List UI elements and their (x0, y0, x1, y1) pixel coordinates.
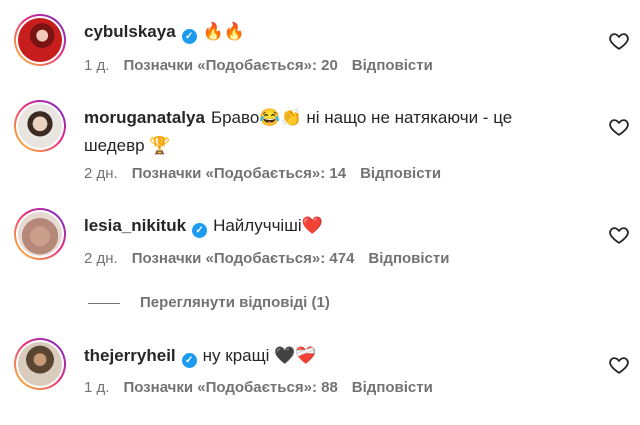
comment-body: lesia_nikituk ✓ Найлуччіші❤️ (84, 212, 564, 240)
comment-time[interactable]: 1 д. (84, 379, 109, 396)
avatar[interactable] (14, 14, 66, 66)
heart-outline-icon[interactable] (608, 224, 630, 246)
comment-text: Найлуччіші❤️ (213, 216, 323, 235)
verified-badge-icon: ✓ (181, 29, 197, 44)
comment-body: thejerryheil ✓ ну кращі 🖤❤️‍🩹 (84, 342, 564, 370)
avatar-image (18, 212, 62, 256)
view-replies-button[interactable]: Переглянути відповіді (1) (88, 294, 330, 311)
comment-username[interactable]: thejerryheil (84, 346, 176, 365)
avatar[interactable] (14, 208, 66, 260)
comment-body: moruganatalya Браво😂👏 ні нащо не натякаюч… (84, 104, 564, 160)
heart-outline-icon[interactable] (608, 354, 630, 376)
likes-count[interactable]: Позначки «Подобається»: 474 (132, 250, 355, 267)
comment-time[interactable]: 2 дн. (84, 250, 118, 267)
heart-outline-icon[interactable] (608, 30, 630, 52)
avatar[interactable] (14, 100, 66, 152)
reply-button[interactable]: Відповісти (352, 379, 433, 396)
comment-username[interactable]: moruganatalya (84, 108, 205, 127)
likes-count[interactable]: Позначки «Подобається»: 20 (123, 57, 337, 74)
avatar-image (18, 104, 62, 148)
verified-badge-icon: ✓ (181, 353, 197, 368)
replies-divider (88, 302, 120, 304)
comment-username[interactable]: cybulskaya (84, 22, 176, 41)
comment-body: cybulskaya ✓ 🔥🔥 (84, 18, 564, 46)
comment-meta: 2 дн. Позначки «Подобається»: 14 Відповіст… (84, 164, 441, 184)
avatar[interactable] (14, 338, 66, 390)
heart-outline-icon[interactable] (608, 116, 630, 138)
reply-button[interactable]: Відповісти (360, 165, 441, 182)
avatar-image (18, 342, 62, 386)
comment-meta: 1 д. Позначки «Подобається»: 20 Відповісти (84, 56, 433, 76)
comment-text: 🔥🔥 (202, 22, 246, 41)
likes-count[interactable]: Позначки «Подобається»: 14 (132, 165, 346, 182)
reply-button[interactable]: Відповісти (368, 250, 449, 267)
view-replies-label: Переглянути відповіді (1) (140, 294, 330, 311)
comment-meta: 2 дн. Позначки «Подобається»: 474 Відповіс… (84, 249, 449, 269)
comment-username[interactable]: lesia_nikituk (84, 216, 186, 235)
comment-time[interactable]: 2 дн. (84, 165, 118, 182)
verified-badge-icon: ✓ (192, 223, 208, 238)
comment-meta: 1 д. Позначки «Подобається»: 88 Відповісти (84, 378, 433, 398)
comment-text: ну кращі 🖤❤️‍🩹 (202, 346, 317, 365)
likes-count[interactable]: Позначки «Подобається»: 88 (123, 379, 337, 396)
avatar-image (18, 18, 62, 62)
reply-button[interactable]: Відповісти (352, 57, 433, 74)
comment-time[interactable]: 1 д. (84, 57, 109, 74)
